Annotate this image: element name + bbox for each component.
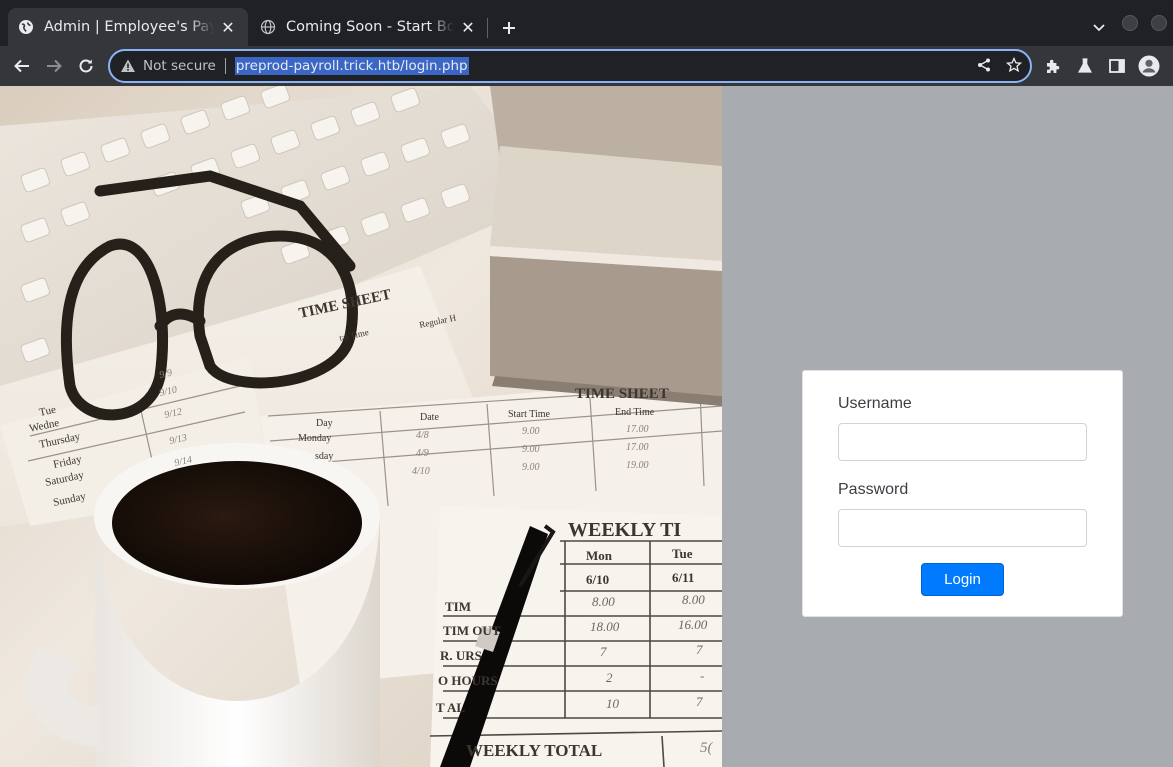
mon-value: 8.00 <box>592 594 615 609</box>
login-button[interactable]: Login <box>921 563 1004 596</box>
weekly-total-value: 5( <box>700 740 714 756</box>
books-photo <box>490 86 722 406</box>
browser-toolbar: Not secure preprod-payroll.trick.htb/log… <box>0 46 1173 86</box>
col-mon: Mon <box>586 548 613 563</box>
labs-flask-icon[interactable] <box>1074 55 1096 77</box>
share-icon[interactable] <box>976 57 992 77</box>
window-minimize-button[interactable] <box>1122 15 1138 31</box>
col-date: Date <box>420 412 439 423</box>
tab-search-chevron-down-icon[interactable] <box>1089 17 1109 37</box>
mon-value: 10 <box>606 696 620 711</box>
extensions-puzzle-icon[interactable] <box>1042 55 1064 77</box>
mon-date: 6/10 <box>586 572 609 587</box>
start-cell: 9.00 <box>522 462 540 473</box>
bookmark-star-icon[interactable] <box>1005 56 1023 77</box>
end-cell: 17.00 <box>626 424 649 435</box>
date-cell: 4/10 <box>412 466 430 477</box>
side-panel-icon[interactable] <box>1106 55 1128 77</box>
tab-admin-payroll[interactable]: Admin | Employee's Payroll Management Sy… <box>8 8 248 46</box>
row-label: TIM <box>445 599 471 614</box>
row-label: TIM OUT <box>443 623 501 638</box>
weekly-heading: WEEKLY TI <box>568 519 681 541</box>
mon-value: 18.00 <box>590 619 620 634</box>
col-end: End Time <box>615 407 655 418</box>
window-close-button[interactable] <box>1151 15 1167 31</box>
date-cell: 4/8 <box>416 430 429 441</box>
weekly-total-label: WEEKLY TOTAL <box>466 741 602 760</box>
profile-avatar-icon[interactable] <box>1138 55 1160 77</box>
tue-value: - <box>700 668 704 683</box>
close-tab-icon[interactable]: ✕ <box>218 17 238 37</box>
date-cell: 4/9 <box>416 448 429 459</box>
col-tue: Tue <box>672 546 693 561</box>
start-cell: 9.00 <box>522 426 540 437</box>
tue-value: 7 <box>696 694 703 709</box>
globe-icon <box>260 19 276 35</box>
col-day: Day <box>316 418 333 429</box>
row-label: T AL <box>436 700 465 715</box>
globe-dark-icon <box>18 19 34 35</box>
username-input[interactable] <box>838 423 1087 461</box>
col-start: Start Time <box>508 409 551 420</box>
not-secure-warning-icon[interactable] <box>119 57 137 75</box>
password-input[interactable] <box>838 509 1087 547</box>
login-form: Username Password Login <box>802 370 1123 617</box>
tue-value: 7 <box>696 642 703 657</box>
new-tab-plus-icon[interactable] <box>497 16 521 40</box>
row-tuesday: sday <box>315 451 333 462</box>
start-cell: 9.00 <box>522 444 540 455</box>
address-divider <box>224 58 226 74</box>
security-status-label[interactable]: Not secure <box>143 58 216 74</box>
reload-icon[interactable] <box>73 54 99 78</box>
tue-date: 6/11 <box>672 570 694 585</box>
browser-tab-strip: Admin | Employee's Payroll Management Sy… <box>0 0 1173 46</box>
login-page: TIME SHEET TIME SHEET Day Date Start Tim… <box>0 86 1173 767</box>
row-label: R. URS <box>440 648 482 663</box>
tue-value: 16.00 <box>678 617 708 632</box>
tab-title: Admin | Employee's Payroll Management Sy… <box>44 19 214 35</box>
tab-coming-soon[interactable]: Coming Soon - Start Bootstrap Theme ✕ <box>250 8 488 46</box>
username-label: Username <box>838 395 912 412</box>
back-arrow-icon[interactable] <box>9 54 35 78</box>
password-label: Password <box>838 481 909 498</box>
row-monday: Monday <box>298 433 331 444</box>
end-cell: 17.00 <box>626 442 649 453</box>
tue-value: 8.00 <box>682 592 705 607</box>
mon-value: 7 <box>600 644 607 659</box>
end-cell: 19.00 <box>626 460 649 471</box>
forward-arrow-icon[interactable] <box>41 54 67 78</box>
close-tab-icon[interactable]: ✕ <box>458 17 478 37</box>
tab-title: Coming Soon - Start Bootstrap Theme <box>286 19 454 35</box>
address-bar[interactable]: Not secure preprod-payroll.trick.htb/log… <box>108 49 1032 83</box>
row-label: O HOURS <box>438 673 498 688</box>
tab-divider <box>487 18 488 38</box>
desk-photo-icon: TIME SHEET TIME SHEET Day Date Start Tim… <box>0 86 722 767</box>
mon-value: 2 <box>606 670 613 685</box>
url-text[interactable]: preprod-payroll.trick.htb/login.php <box>234 57 469 75</box>
timesheet-heading-2: TIME SHEET <box>575 386 669 402</box>
